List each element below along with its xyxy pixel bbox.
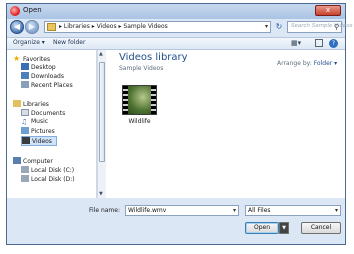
title-bar: Open x bbox=[7, 4, 345, 19]
chevron-down-icon[interactable]: ▾ bbox=[233, 206, 236, 215]
sidebar-item-computer[interactable]: Computer bbox=[13, 157, 53, 165]
views-icon[interactable]: ▦▾ bbox=[291, 39, 301, 47]
film-strip-icon bbox=[151, 86, 156, 114]
scroll-down-icon[interactable]: ▼ bbox=[99, 191, 103, 197]
help-icon[interactable]: ? bbox=[329, 39, 338, 48]
star-icon: ★ bbox=[13, 54, 21, 63]
sidebar-item-libraries[interactable]: Libraries bbox=[13, 100, 49, 108]
open-dialog: Open x ◀ ▶ ▸ Libraries ▸ Videos ▸ Sample… bbox=[6, 3, 353, 245]
open-button[interactable]: Open bbox=[245, 222, 279, 234]
chevron-down-icon[interactable]: ▾ bbox=[335, 206, 338, 215]
sidebar-item-label: Local Disk (C:) bbox=[31, 167, 75, 174]
sidebar-item-music[interactable]: ♫ Music bbox=[21, 118, 48, 126]
music-icon: ♫ bbox=[21, 118, 28, 126]
file-name-label[interactable]: Wildlife bbox=[122, 118, 157, 125]
library-subtitle: Sample Videos bbox=[119, 65, 164, 72]
sidebar-item-pictures[interactable]: Pictures bbox=[21, 127, 55, 135]
chevron-down-icon[interactable]: ▾ bbox=[265, 23, 268, 30]
file-type-select[interactable]: All Files ▾ bbox=[245, 205, 341, 216]
sidebar-item-label: Videos bbox=[32, 138, 52, 145]
navigation-bar: ◀ ▶ ▸ Libraries ▸ Videos ▸ Sample Videos… bbox=[7, 19, 353, 36]
window-title: Open bbox=[23, 6, 42, 14]
library-title: Videos library bbox=[119, 52, 188, 63]
file-view: Videos library Sample Videos Arrange by:… bbox=[107, 50, 345, 198]
search-placeholder: Search Sample Videos bbox=[291, 23, 353, 29]
folder-icon bbox=[47, 23, 56, 31]
close-icon: x bbox=[325, 6, 331, 14]
scroll-up-icon[interactable]: ▲ bbox=[99, 51, 103, 57]
forward-button[interactable]: ▶ bbox=[25, 20, 39, 34]
footer: File name: Wildlife.wmv ▾ All Files ▾ Op… bbox=[7, 198, 345, 244]
video-thumbnail[interactable] bbox=[122, 85, 157, 115]
arrange-dropdown[interactable]: Folder ▾ bbox=[314, 60, 337, 67]
cancel-button[interactable]: Cancel bbox=[301, 222, 341, 234]
downloads-icon bbox=[21, 72, 29, 79]
arrange-by: Arrange by: Folder ▾ bbox=[277, 60, 337, 67]
sidebar-item-label: Libraries bbox=[23, 101, 49, 108]
libraries-icon bbox=[13, 100, 21, 107]
sidebar-item-label: Music bbox=[31, 118, 49, 125]
sidebar-item-label: Pictures bbox=[31, 128, 55, 135]
sidebar-item-label: Computer bbox=[23, 158, 53, 165]
sidebar-scrollbar[interactable]: ▲ ▼ bbox=[97, 50, 106, 198]
file-name-field-label: File name: bbox=[89, 207, 120, 214]
drive-icon bbox=[21, 166, 29, 173]
sidebar-item-desktop[interactable]: Desktop bbox=[21, 63, 56, 71]
app-icon bbox=[10, 6, 20, 16]
close-button[interactable]: x bbox=[315, 5, 341, 16]
breadcrumb: ▸ Libraries ▸ Videos ▸ Sample Videos bbox=[59, 23, 168, 30]
desktop-icon bbox=[21, 63, 29, 70]
thumbnail-image bbox=[128, 86, 153, 114]
search-icon: ⚲ bbox=[333, 23, 339, 31]
sidebar-item-label: Recent Places bbox=[31, 82, 73, 89]
sidebar-item-recent-places[interactable]: Recent Places bbox=[21, 81, 73, 89]
videos-icon bbox=[22, 137, 30, 144]
sidebar-item-label: Desktop bbox=[31, 64, 56, 71]
navigation-pane: ★ Favorites Desktop Downloads Recent Plac… bbox=[7, 50, 97, 198]
file-name-input[interactable]: Wildlife.wmv ▾ bbox=[125, 205, 239, 216]
computer-icon bbox=[13, 157, 21, 164]
preview-pane-icon[interactable] bbox=[315, 39, 323, 47]
sidebar-item-label: Downloads bbox=[31, 73, 64, 80]
open-options-button[interactable]: ▼ bbox=[279, 222, 289, 234]
address-bar[interactable]: ▸ Libraries ▸ Videos ▸ Sample Videos ▾ bbox=[44, 21, 271, 33]
sidebar-item-local-disk-c[interactable]: Local Disk (C:) bbox=[21, 166, 74, 174]
sidebar-item-favorites[interactable]: ★ Favorites bbox=[13, 54, 50, 63]
organize-button[interactable]: Organize ▾ bbox=[13, 39, 45, 46]
sidebar-item-local-disk-d[interactable]: Local Disk (D:) bbox=[21, 175, 75, 183]
pictures-icon bbox=[21, 127, 29, 134]
sidebar-item-videos[interactable]: Videos bbox=[21, 136, 57, 146]
content-area: ★ Favorites Desktop Downloads Recent Plac… bbox=[7, 50, 345, 198]
sidebar-item-label: Favorites bbox=[23, 56, 51, 63]
documents-icon bbox=[21, 109, 29, 116]
search-input[interactable]: Search Sample Videos ⚲ bbox=[287, 21, 353, 33]
file-type-value: All Files bbox=[248, 207, 271, 214]
refresh-button[interactable]: ↻ bbox=[273, 21, 285, 33]
sidebar-item-downloads[interactable]: Downloads bbox=[21, 72, 64, 80]
recent-places-icon bbox=[21, 81, 29, 88]
sidebar-item-label: Documents bbox=[31, 110, 66, 117]
scroll-thumb[interactable] bbox=[99, 62, 105, 162]
back-button[interactable]: ◀ bbox=[10, 20, 24, 34]
sidebar-item-documents[interactable]: Documents bbox=[21, 109, 65, 117]
toolbar: Organize ▾ New folder ▦▾ ? bbox=[7, 37, 345, 50]
new-folder-button[interactable]: New folder bbox=[53, 39, 85, 46]
file-name-value: Wildlife.wmv bbox=[128, 207, 167, 214]
arrange-label: Arrange by: bbox=[277, 60, 312, 67]
sidebar-item-label: Local Disk (D:) bbox=[31, 176, 75, 183]
drive-icon bbox=[21, 175, 29, 182]
